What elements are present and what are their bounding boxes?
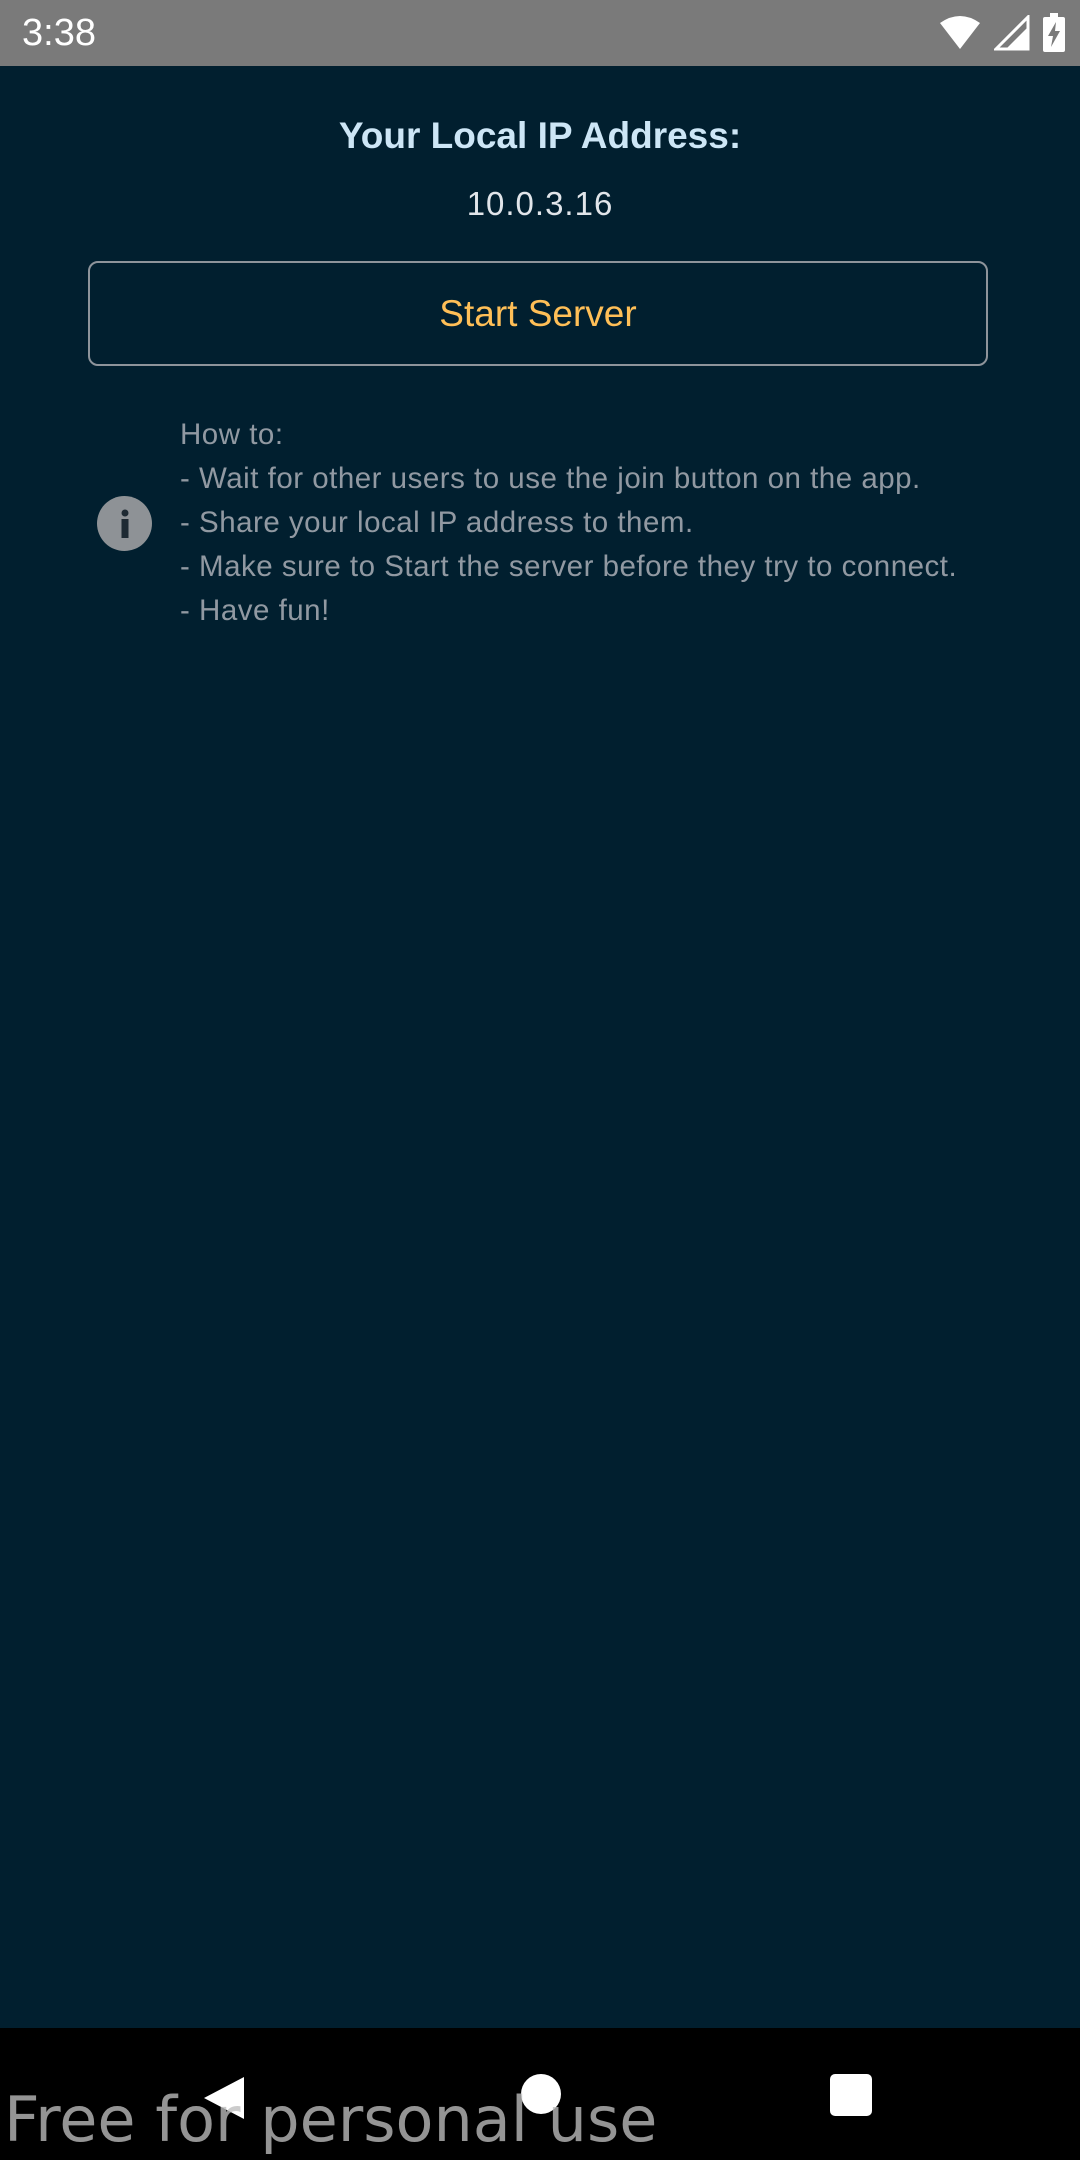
status-bar: 3:38	[0, 0, 1080, 66]
home-icon[interactable]	[521, 2074, 561, 2114]
howto-title: How to:	[180, 418, 284, 451]
howto-text: How to: - Wait for other users to use th…	[180, 413, 1060, 633]
status-icons	[938, 12, 1066, 54]
cellular-signal-icon	[994, 15, 1030, 51]
info-glyph	[121, 509, 128, 538]
recents-icon[interactable]	[830, 2074, 872, 2116]
howto-step: - Make sure to Start the server before t…	[180, 550, 958, 583]
app-content: Your Local IP Address: 10.0.3.16 Start S…	[0, 66, 1080, 2028]
howto-step: - Have fun!	[180, 594, 330, 627]
battery-charging-icon	[1043, 13, 1065, 52]
howto-step: - Wait for other users to use the join b…	[180, 462, 921, 495]
info-icon	[97, 496, 152, 551]
howto-step: - Share your local IP address to them.	[180, 506, 694, 539]
status-time: 3:38	[22, 12, 96, 54]
start-server-button-label: Start Server	[439, 292, 637, 334]
ip-heading: Your Local IP Address:	[338, 115, 742, 156]
wifi-icon	[940, 16, 980, 49]
start-server-button[interactable]: Start Server	[88, 261, 988, 366]
navigation-bar	[0, 2028, 1080, 2160]
ip-address-value: 10.0.3.16	[466, 185, 614, 222]
back-icon[interactable]	[202, 2075, 248, 2121]
